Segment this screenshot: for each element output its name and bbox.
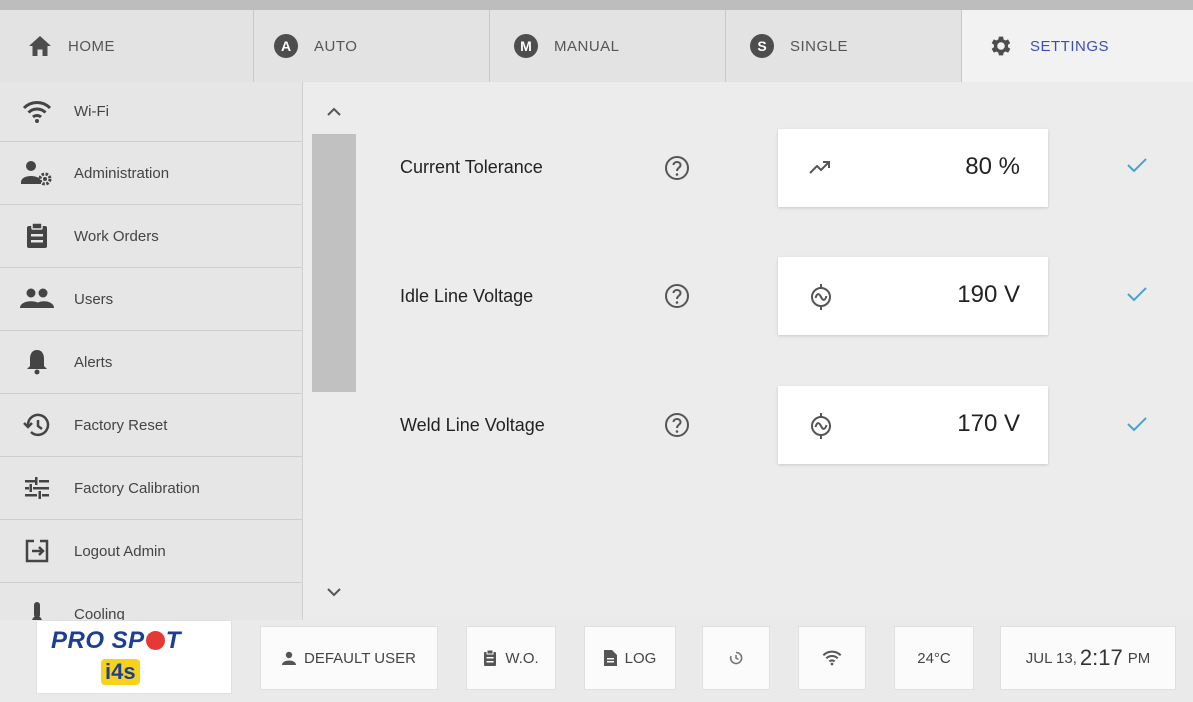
users-icon (20, 284, 54, 314)
sidebar-item-cooling[interactable]: Cooling (0, 583, 302, 620)
timer-icon (729, 651, 743, 665)
trending-up-icon (809, 161, 830, 174)
tab-auto-label: AUTO (314, 37, 358, 55)
scroll-up-icon[interactable] (326, 106, 342, 118)
sidebar-item-administration[interactable]: Administration (0, 142, 302, 205)
weld-line-voltage-field[interactable]: 170 V (778, 386, 1048, 464)
tab-manual[interactable]: M MANUAL (490, 10, 726, 82)
tab-home[interactable]: HOME (0, 10, 254, 82)
date-time-display: JUL 13, 2:17 PM (1000, 626, 1176, 690)
gear-icon (991, 36, 1011, 56)
logo-dot-icon (145, 631, 165, 650)
user-button[interactable]: DEFAULT USER (260, 626, 438, 690)
help-icon[interactable] (664, 283, 690, 309)
thermometer-icon (20, 599, 54, 620)
prospot-logo: PRO SP T i4s (36, 620, 232, 694)
logout-icon (20, 536, 54, 566)
work-order-label: W.O. (505, 649, 539, 667)
current-tolerance-label: Current Tolerance (400, 157, 543, 177)
weld-line-voltage-value: 170 V (957, 410, 1020, 437)
log-label: LOG (624, 649, 657, 667)
sidebar-item-work-orders[interactable]: Work Orders (0, 205, 302, 268)
help-icon[interactable] (664, 155, 690, 181)
current-tolerance-field[interactable]: 80 % (778, 129, 1048, 207)
sidebar-item-label: Wi-Fi (74, 103, 109, 120)
idle-line-voltage-value: 190 V (957, 281, 1020, 308)
sidebar-item-label: Work Orders (74, 227, 159, 245)
single-badge-icon: S (750, 34, 774, 58)
tab-settings[interactable]: SETTINGS (962, 10, 1193, 82)
time-text: 2:17 (1079, 645, 1123, 670)
sidebar-item-label: Cooling (74, 605, 125, 621)
admin-icon (20, 158, 54, 188)
wifi-status-button[interactable] (798, 626, 866, 690)
temperature-value: 24°C (917, 649, 951, 667)
clipboard-icon (20, 221, 54, 251)
home-icon (29, 36, 51, 56)
ampm-text: PM (1127, 649, 1151, 667)
tab-manual-label: MANUAL (554, 37, 620, 55)
logo-text-b: T (165, 627, 181, 654)
ac-voltage-icon (811, 413, 831, 439)
ac-voltage-icon (811, 284, 831, 310)
scroll-down-icon[interactable] (326, 586, 342, 598)
sidebar-item-factory-reset[interactable]: Factory Reset (0, 394, 302, 457)
sliders-icon (20, 473, 54, 503)
wifi-icon (822, 650, 842, 666)
wifi-icon (20, 97, 54, 127)
sidebar-item-users[interactable]: Users (0, 268, 302, 331)
confirm-check-icon[interactable] (1126, 285, 1148, 303)
logo-text-a: PRO SP (51, 627, 145, 654)
top-border (0, 0, 1193, 10)
sidebar-item-label: Factory Calibration (74, 479, 200, 497)
manual-badge-icon: M (514, 34, 538, 58)
sidebar-item-label: Alerts (74, 353, 113, 371)
logo-brand: PRO SP T (51, 627, 181, 655)
confirm-check-icon[interactable] (1126, 415, 1148, 433)
document-icon (603, 650, 617, 666)
work-order-button[interactable]: W.O. (466, 626, 556, 690)
weld-line-voltage-label: Weld Line Voltage (400, 415, 545, 435)
confirm-check-icon[interactable] (1126, 156, 1148, 174)
bottom-bar: PRO SP T i4s DEFAULT USER W.O. LOG 24°C … (0, 620, 1193, 702)
date-text: JUL 13, (1025, 649, 1077, 667)
tab-single[interactable]: S SINGLE (726, 10, 962, 82)
tab-settings-label: SETTINGS (1030, 37, 1110, 55)
temperature-display: 24°C (894, 626, 974, 690)
logo-sub: i4s (101, 659, 140, 685)
sidebar-item-logout-admin[interactable]: Logout Admin (0, 520, 302, 583)
sidebar-item-label: Logout Admin (74, 542, 166, 560)
tab-auto[interactable]: A AUTO (254, 10, 490, 82)
bell-icon (20, 347, 54, 377)
current-tolerance-value: 80 % (965, 153, 1020, 180)
sidebar-item-label: Users (74, 290, 114, 308)
sidebar-item-label: Factory Reset (74, 416, 168, 434)
auto-badge-icon: A (274, 34, 298, 58)
sidebar-item-factory-calibration[interactable]: Factory Calibration (0, 457, 302, 520)
idle-line-voltage-label: Idle Line Voltage (400, 286, 534, 306)
timer-button[interactable] (702, 626, 770, 690)
idle-line-voltage-field[interactable]: 190 V (778, 257, 1048, 335)
tab-home-label: HOME (68, 37, 115, 55)
scrollbar-thumb[interactable] (312, 134, 356, 392)
person-icon (282, 651, 296, 665)
clipboard-icon (484, 650, 497, 666)
history-icon (20, 410, 54, 440)
user-label: DEFAULT USER (304, 649, 416, 667)
settings-sidebar: Wi-Fi Administration Work Orders Users A… (0, 82, 303, 620)
log-button[interactable]: LOG (584, 626, 676, 690)
sidebar-item-alerts[interactable]: Alerts (0, 331, 302, 394)
sidebar-item-wifi[interactable]: Wi-Fi (0, 82, 302, 142)
help-icon[interactable] (664, 412, 690, 438)
tab-bar: HOME A AUTO M MANUAL S SINGLE SETTINGS (0, 0, 1193, 82)
sidebar-item-label: Administration (74, 164, 170, 182)
tab-single-label: SINGLE (790, 37, 849, 55)
